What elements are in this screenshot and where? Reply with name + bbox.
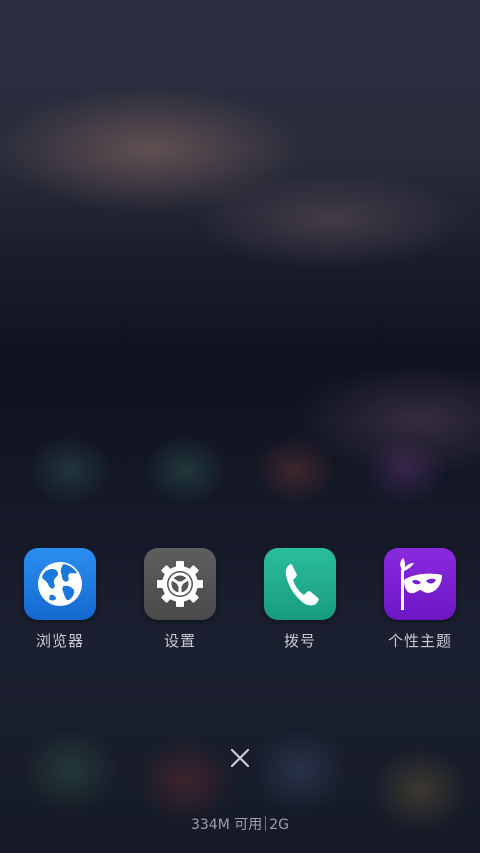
mask-icon — [384, 548, 456, 620]
memory-separator — [265, 816, 267, 831]
recent-app-settings[interactable]: 设置 — [130, 548, 230, 651]
close-icon — [230, 748, 250, 768]
phone-icon — [264, 548, 336, 620]
recent-app-themes[interactable]: 个性主题 — [370, 548, 470, 651]
recent-apps-row: 浏览器 设置 拨号 个性主题 — [0, 548, 480, 658]
app-label-themes: 个性主题 — [387, 632, 452, 650]
recent-app-browser[interactable]: 浏览器 — [10, 548, 110, 651]
globe-icon — [24, 548, 96, 620]
app-label-dialer: 拨号 — [283, 632, 316, 650]
memory-status: 334M 可用 2G — [0, 815, 480, 835]
gear-icon — [144, 548, 216, 620]
close-all-button[interactable] — [222, 740, 258, 776]
recent-app-dialer[interactable]: 拨号 — [250, 548, 350, 651]
memory-total: 2G — [269, 817, 290, 833]
app-label-settings: 设置 — [163, 632, 196, 650]
app-label-browser: 浏览器 — [35, 632, 84, 650]
blurred-wallpaper — [0, 0, 480, 853]
memory-available: 334M 可用 — [190, 817, 263, 833]
